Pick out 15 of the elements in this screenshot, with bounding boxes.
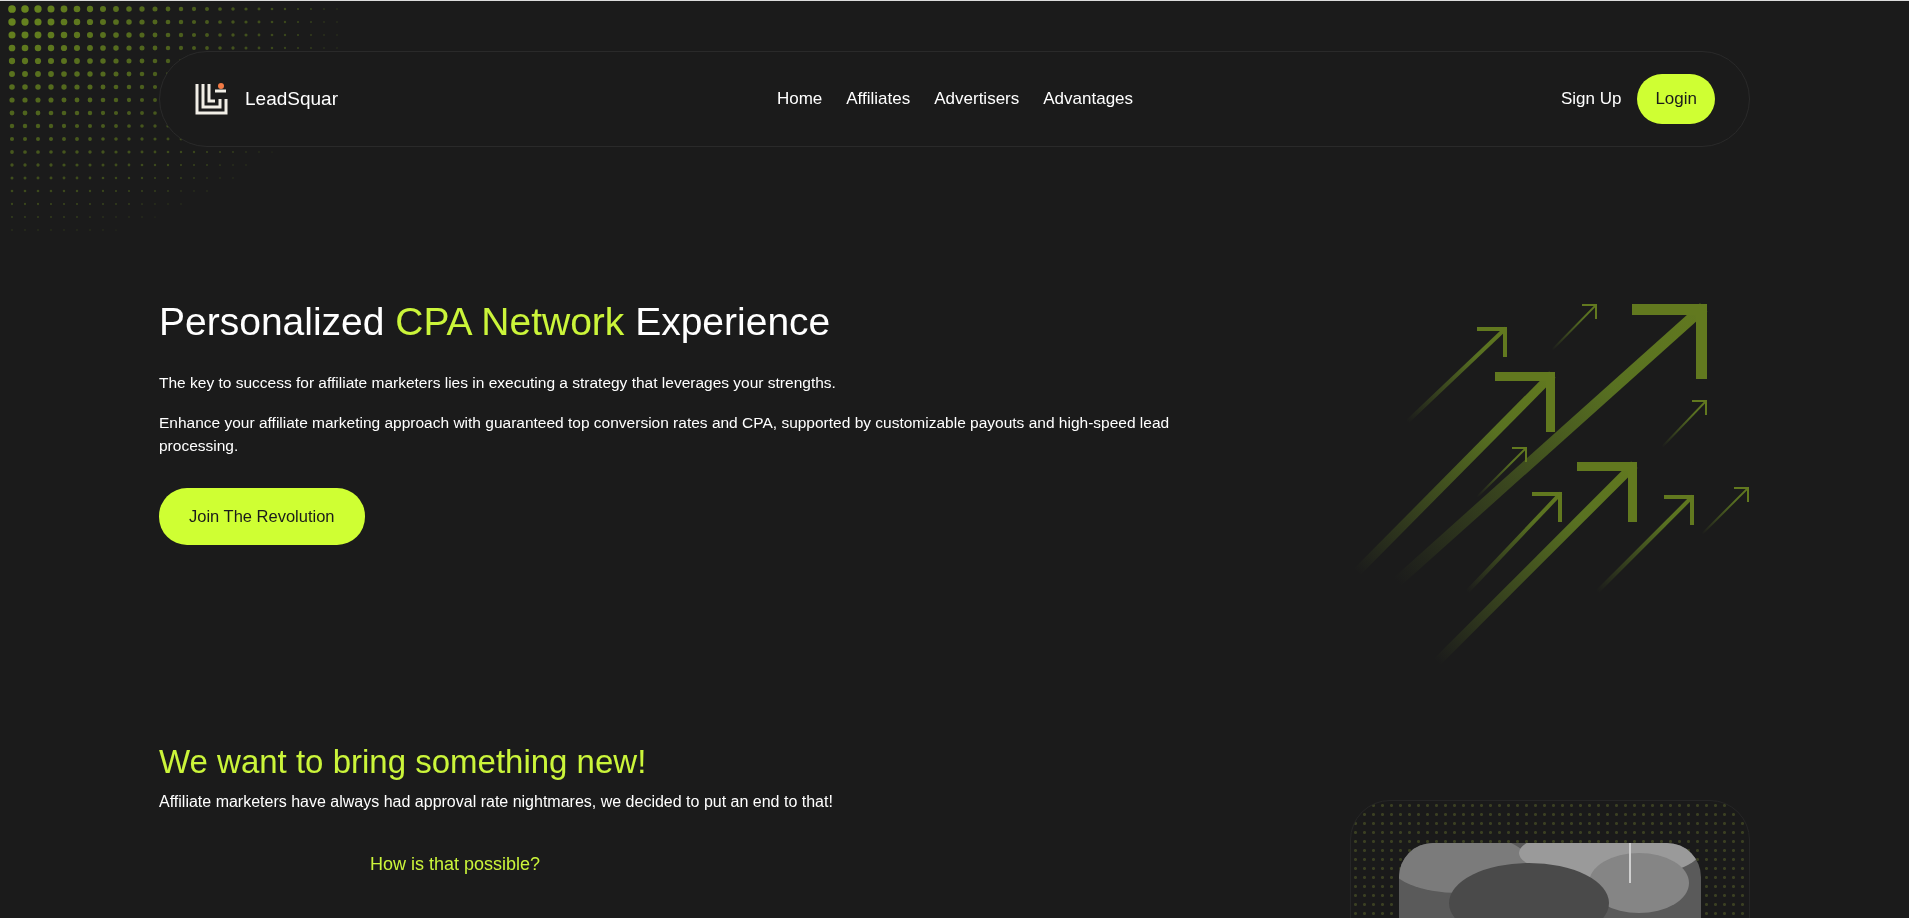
nav-link[interactable]: Advertisers <box>934 86 1020 112</box>
nav-link[interactable]: Home <box>776 86 823 112</box>
nav-link[interactable]: Advantages <box>1043 86 1134 112</box>
hero-paragraph: The key to success for affiliate marketers lies in executing a strategy that leverages your strengths. <box>159 372 837 393</box>
sign-up-link[interactable]: Sign Up <box>1560 86 1622 112</box>
brand-name[interactable]: LeadSquar <box>245 84 338 114</box>
login-button[interactable]: Login <box>1637 74 1715 124</box>
section-heading: We want to bring something new! <box>159 742 648 782</box>
nav-link[interactable]: Affiliates <box>846 86 911 112</box>
hero-paragraph: Enhance your affiliate marketing approach with guaranteed top conversion rates and CPA, supported by customizable payouts and high-speed lead processing. <box>159 413 1171 456</box>
subheading: How is that possible? <box>370 852 542 876</box>
hero-heading: Personalized CPA Network Experience <box>159 299 832 345</box>
logo-icon <box>195 82 229 116</box>
join-button[interactable]: Join The Revolution <box>159 488 365 545</box>
section-text: Affiliate marketers have always had approval rate nightmares, we decided to put an end to that! <box>159 791 833 812</box>
